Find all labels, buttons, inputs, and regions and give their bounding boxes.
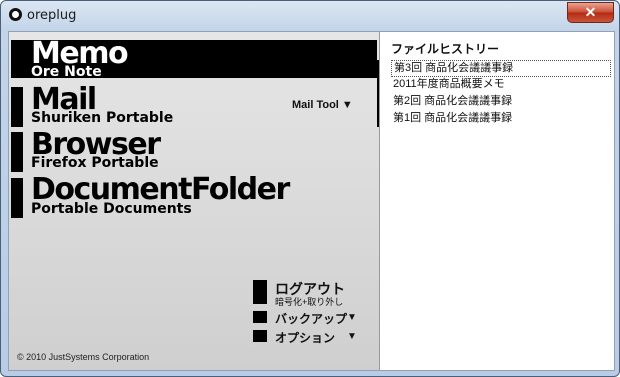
launcher-panel: Memo Ore Note Mail Shuriken Portable Mai… — [9, 32, 380, 370]
options-dropdown-icon: ▼ — [347, 331, 357, 342]
copyright-text: © 2010 JustSystems Corporation — [17, 352, 150, 362]
history-title: ファイルヒストリー — [391, 42, 500, 56]
app-window: oreplug ✕ Memo Ore Note Mail Shuriken Po… — [0, 0, 620, 377]
history-item[interactable]: 第3回 商品化会議議事録 — [391, 60, 611, 77]
browser-subtitle: Firefox Portable — [31, 155, 159, 171]
options-label: オプション — [275, 331, 336, 345]
client-area: Memo Ore Note Mail Shuriken Portable Mai… — [8, 31, 615, 371]
title-bar[interactable]: oreplug ✕ — [1, 1, 619, 31]
backup-marker — [253, 311, 267, 323]
memo-launcher[interactable]: Memo Ore Note — [11, 39, 377, 80]
history-item[interactable]: 第1回 商品化会議議事録 — [391, 111, 512, 126]
history-item[interactable]: 2011年度商品概要メモ — [391, 77, 505, 92]
memo-subtitle: Ore Note — [31, 64, 102, 80]
divider — [377, 60, 379, 127]
logout-marker — [253, 280, 267, 304]
logout-sublabel: 暗号化+取り外し — [275, 297, 344, 307]
mail-subtitle: Shuriken Portable — [31, 110, 174, 126]
browser-marker — [11, 132, 23, 172]
backup-dropdown-icon: ▼ — [347, 312, 357, 323]
document-marker — [11, 178, 23, 218]
app-logo-icon — [9, 8, 22, 21]
history-item[interactable]: 第2回 商品化会議議事録 — [391, 94, 512, 109]
mail-tool-dropdown[interactable]: Mail Tool ▼ — [292, 99, 353, 111]
close-button[interactable]: ✕ — [567, 2, 614, 23]
window-title: oreplug — [27, 8, 77, 23]
document-subtitle: Portable Documents — [31, 201, 192, 217]
backup-label: バックアップ — [275, 312, 348, 326]
mail-marker — [11, 87, 23, 127]
options-marker — [253, 330, 267, 342]
